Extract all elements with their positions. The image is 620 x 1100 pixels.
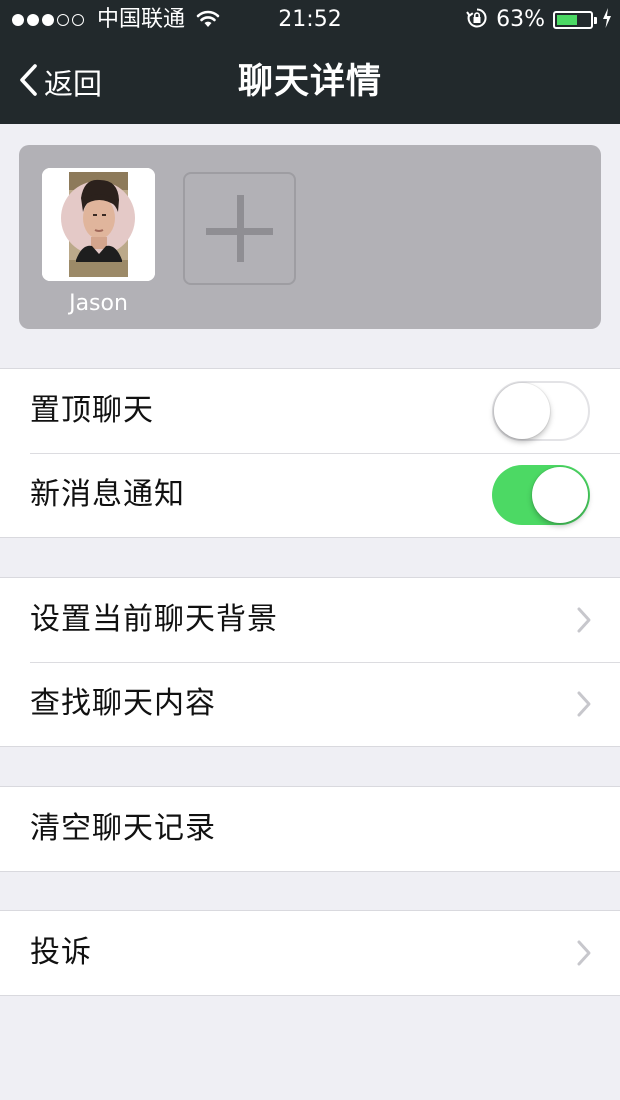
notifications-row: 新消息通知: [0, 453, 620, 537]
member-item[interactable]: Jason: [42, 168, 155, 316]
pin-chat-label: 置顶聊天: [30, 393, 154, 428]
status-bar-right: 63%: [466, 6, 612, 34]
chat-background-row[interactable]: 设置当前聊天背景: [0, 578, 620, 662]
battery-level: [557, 15, 577, 25]
status-bar: 中国联通 21:52 63%: [0, 0, 620, 40]
clear-history-row[interactable]: 清空聊天记录: [0, 787, 620, 871]
battery-icon: [553, 11, 593, 29]
charging-icon: [602, 8, 612, 32]
report-row[interactable]: 投诉: [0, 911, 620, 995]
avatar-photo: [42, 168, 155, 281]
member-name: Jason: [69, 291, 128, 316]
orientation-lock-icon: [466, 7, 488, 33]
page-title: 聊天详情: [237, 62, 382, 102]
chat-options-group: 设置当前聊天背景 查找聊天内容: [0, 577, 620, 747]
add-member-button[interactable]: [183, 172, 296, 285]
chevron-right-icon: [576, 606, 592, 638]
battery-tip: [594, 16, 597, 24]
report-group: 投诉: [0, 910, 620, 996]
chat-members-panel: Jason: [19, 145, 601, 329]
avatar[interactable]: [42, 168, 155, 281]
pin-chat-toggle[interactable]: [492, 381, 590, 441]
notifications-toggle[interactable]: [492, 465, 590, 525]
clear-history-group: 清空聊天记录: [0, 786, 620, 872]
search-chat-content-label: 查找聊天内容: [30, 686, 216, 721]
chevron-right-icon: [576, 939, 592, 971]
report-label: 投诉: [30, 935, 92, 970]
chat-background-label: 设置当前聊天背景: [30, 602, 278, 637]
battery-percentage: 63%: [496, 7, 545, 32]
navigation-bar: 返回 聊天详情: [0, 40, 620, 124]
clear-history-label: 清空聊天记录: [30, 811, 216, 846]
toggle-knob: [494, 383, 550, 439]
toggle-settings-group: 置顶聊天 新消息通知: [0, 368, 620, 538]
search-chat-content-row[interactable]: 查找聊天内容: [0, 662, 620, 746]
chevron-right-icon: [576, 690, 592, 722]
pin-chat-row: 置顶聊天: [0, 369, 620, 453]
notifications-label: 新消息通知: [30, 477, 185, 512]
toggle-knob: [532, 467, 588, 523]
